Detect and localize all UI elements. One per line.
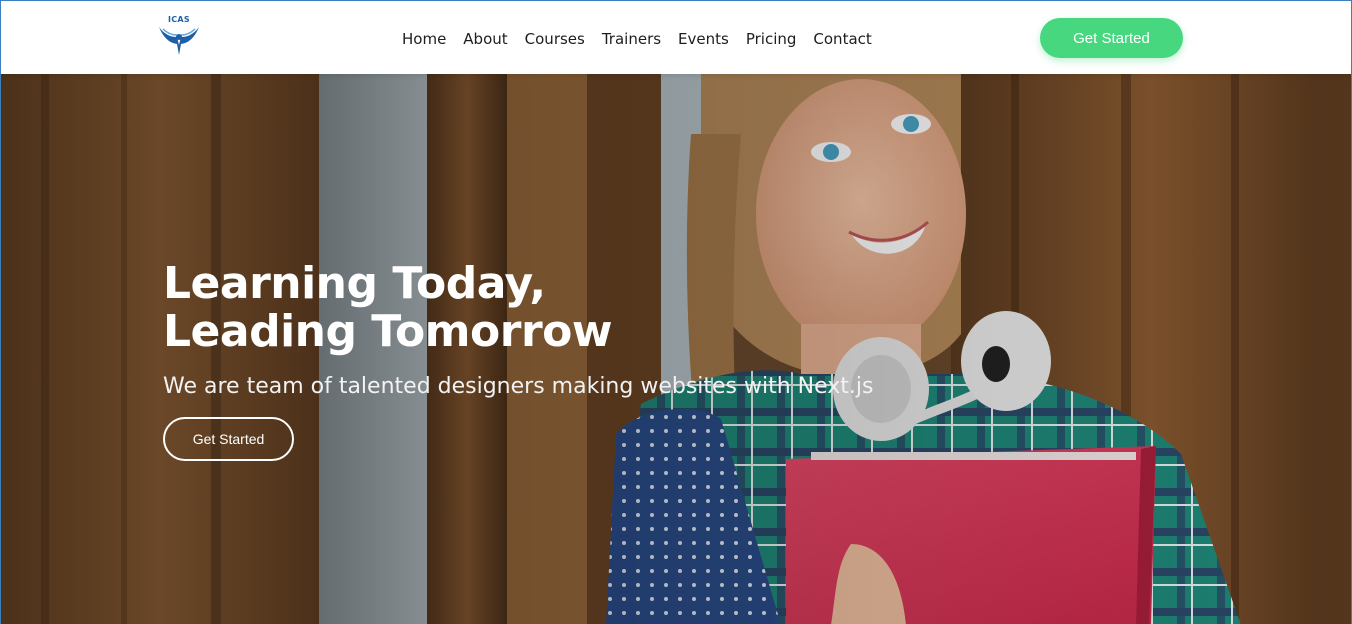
hero-title-line-1: Learning Today, <box>163 258 546 309</box>
nav-trainers[interactable]: Trainers <box>602 30 661 48</box>
nav-events[interactable]: Events <box>678 30 729 48</box>
nav-home[interactable]: Home <box>402 30 446 48</box>
nav-courses[interactable]: Courses <box>525 30 585 48</box>
main-nav: Home About Courses Trainers Events Prici… <box>402 28 872 50</box>
hero-get-started-button[interactable]: Get Started <box>163 417 294 461</box>
nav-about[interactable]: About <box>463 30 507 48</box>
header-get-started-button[interactable]: Get Started <box>1040 18 1183 58</box>
page: ICAS Home About Courses Trainers Events … <box>0 0 1352 624</box>
icas-logo[interactable]: ICAS <box>155 15 203 57</box>
nav-pricing[interactable]: Pricing <box>746 30 797 48</box>
hero-title: Learning Today, Leading Tomorrow <box>163 260 763 356</box>
logo-text: ICAS <box>167 15 190 24</box>
hero-section: Learning Today, Leading Tomorrow We are … <box>1 74 1351 624</box>
nav-contact[interactable]: Contact <box>813 30 871 48</box>
hero-subtitle: We are team of talented designers making… <box>163 374 874 399</box>
site-header: ICAS Home About Courses Trainers Events … <box>1 1 1351 74</box>
hero-title-line-2: Leading Tomorrow <box>163 306 613 357</box>
